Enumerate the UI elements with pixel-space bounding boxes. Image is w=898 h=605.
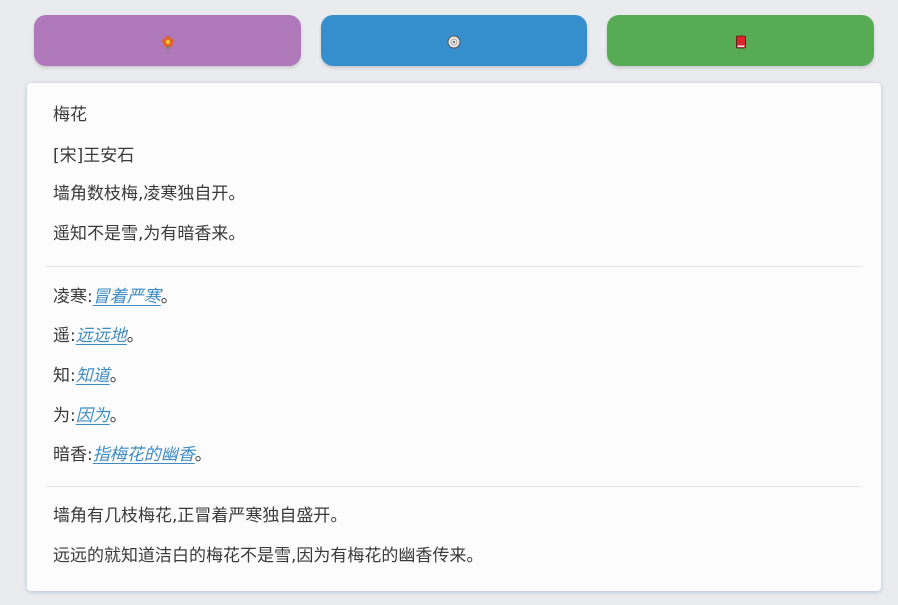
note-meaning-link[interactable]: 指梅花的幽香 <box>93 445 195 465</box>
note-term: 遥 <box>53 326 70 346</box>
poem-card: 梅花 [宋]王安石 墙角数枝梅,凌寒独自开。 遥知不是雪,为有暗香来。 凌寒:冒… <box>27 83 881 591</box>
divider <box>46 486 862 487</box>
poem-title: 梅花 <box>53 105 87 125</box>
poem-line: 遥知不是雪,为有暗香来。 <box>53 224 246 244</box>
note-end: 。 <box>194 445 212 465</box>
note-term: 凌寒 <box>53 287 87 307</box>
disc-icon <box>447 34 461 48</box>
audio-button[interactable] <box>321 15 587 66</box>
note-term: 为 <box>53 406 70 426</box>
poem-author: [宋]王安石 <box>53 146 135 166</box>
divider <box>46 266 862 267</box>
note-term: 知 <box>53 366 70 386</box>
note-meaning-link[interactable]: 知道 <box>76 366 110 386</box>
translation-line: 远远的就知道洁白的梅花不是雪,因为有梅花的幽香传来。 <box>53 546 484 566</box>
poem-line: 墙角数枝梅,凌寒独自开。 <box>53 184 246 204</box>
note-item: 知:知道。 <box>53 364 127 388</box>
note-term: 暗香 <box>53 445 87 465</box>
note-meaning-link[interactable]: 因为 <box>76 406 110 426</box>
note-item: 凌寒:冒着严寒。 <box>53 285 178 309</box>
note-end: 。 <box>109 366 127 386</box>
note-end: 。 <box>109 406 127 426</box>
note-item: 为:因为。 <box>53 404 127 428</box>
translation-line: 墙角有几枝梅花,正冒着严寒独自盛开。 <box>53 506 348 526</box>
toolbar <box>0 0 898 80</box>
book-button[interactable] <box>607 15 874 66</box>
note-item: 暗香:指梅花的幽香。 <box>53 443 212 467</box>
note-item: 遥:远远地。 <box>53 324 144 348</box>
flower-icon <box>161 34 175 49</box>
note-meaning-link[interactable]: 远远地 <box>76 326 127 346</box>
flower-button[interactable] <box>34 15 301 66</box>
note-end: 。 <box>126 326 144 346</box>
note-end: 。 <box>160 287 178 307</box>
red-book-icon <box>734 34 748 48</box>
note-meaning-link[interactable]: 冒着严寒 <box>93 287 161 307</box>
